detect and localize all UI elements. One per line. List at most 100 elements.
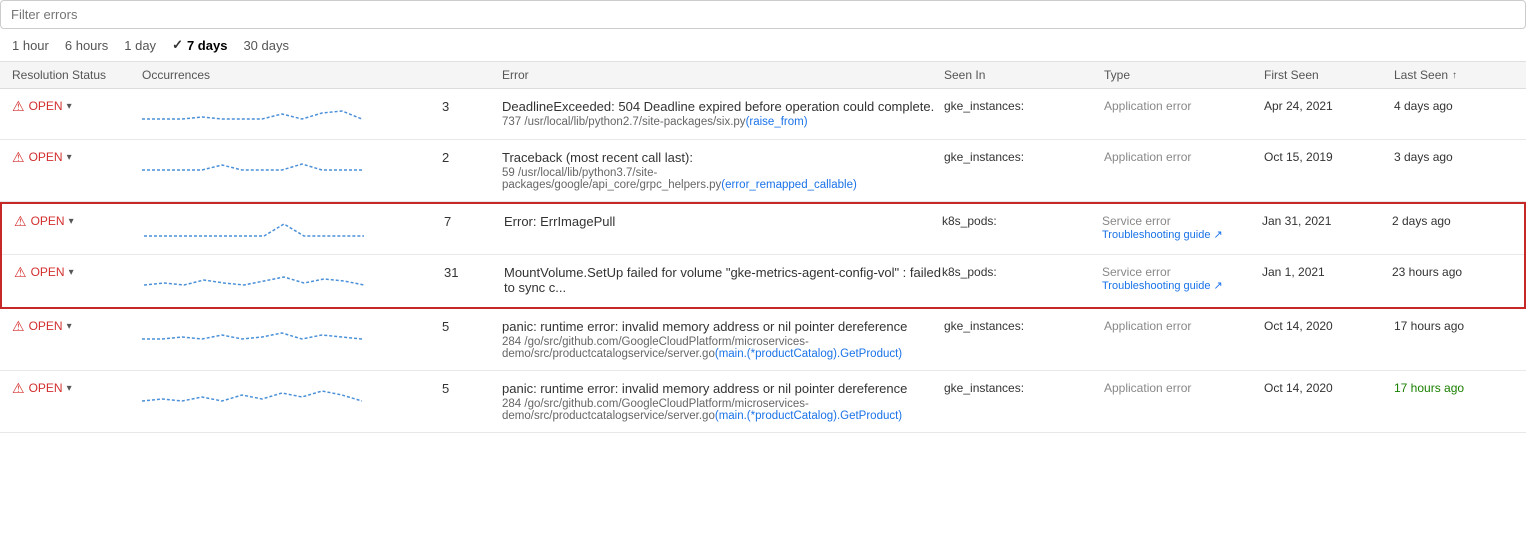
status-dropdown-icon[interactable]: ▾ [69,267,74,278]
table-row: ⚠ OPEN ▾ 3 DeadlineExceeded: 504 Deadlin… [0,89,1526,140]
status-dropdown-icon[interactable]: ▾ [69,216,74,227]
first-seen-cell: Oct 14, 2020 [1264,319,1394,333]
time-filter-30d[interactable]: 30 days [243,38,289,53]
table-body: ⚠ OPEN ▾ 3 DeadlineExceeded: 504 Deadlin… [0,89,1526,433]
error-cell: Error: ErrImagePull [504,214,942,231]
last-seen-cell: 17 hours ago [1394,319,1514,333]
type-cell: Application error [1104,99,1264,113]
status-label[interactable]: OPEN [29,150,63,164]
col-header-seen-in: Seen In [944,68,1104,82]
error-link[interactable]: (main.(*productCatalog).GetProduct) [715,348,902,360]
count-cell: 3 [442,99,502,114]
table-header: Resolution Status Occurrences Error Seen… [0,62,1526,89]
first-seen-cell: Jan 1, 2021 [1262,265,1392,279]
error-title[interactable]: Traceback (most recent call last): [502,150,944,165]
time-filter-1h[interactable]: 1 hour [12,38,49,53]
col-header-resolution: Resolution Status [12,68,142,82]
status-label[interactable]: OPEN [29,381,63,395]
col-header-count [442,68,502,82]
troubleshooting-link[interactable]: Troubleshooting guide ↗ [1102,228,1262,241]
type-cell: Service error Troubleshooting guide ↗ [1102,265,1262,292]
highlighted-section: ⚠ OPEN ▾ 7 Error: ErrImagePull k8s_pods:… [0,202,1526,309]
error-title[interactable]: Error: ErrImagePull [504,214,942,229]
sparkline-chart [142,319,362,349]
sparkline-cell [144,214,444,244]
last-seen-cell: 2 days ago [1392,214,1512,228]
status-dropdown-icon[interactable]: ▾ [67,152,72,163]
last-seen-cell: 3 days ago [1394,150,1514,164]
count-cell: 7 [444,214,504,229]
first-seen-cell: Oct 14, 2020 [1264,381,1394,395]
error-subtitle: 284 /go/src/github.com/GoogleCloudPlatfo… [502,336,944,360]
error-subtitle: 284 /go/src/github.com/GoogleCloudPlatfo… [502,398,944,422]
error-link[interactable]: (error_remapped_callable) [721,179,857,191]
error-cell: DeadlineExceeded: 504 Deadline expired b… [502,99,944,128]
error-title[interactable]: panic: runtime error: invalid memory add… [502,319,944,334]
error-title[interactable]: DeadlineExceeded: 504 Deadline expired b… [502,99,944,114]
table-row: ⚠ OPEN ▾ 5 panic: runtime error: invalid… [0,371,1526,433]
filter-bar [0,0,1526,29]
filter-input[interactable] [0,0,1526,29]
status-label[interactable]: OPEN [29,319,63,333]
sparkline-cell [142,99,442,129]
sparkline-cell [144,265,444,295]
time-filter-6h[interactable]: 6 hours [65,38,108,53]
sparkline-cell [142,319,442,349]
error-title[interactable]: panic: runtime error: invalid memory add… [502,381,944,396]
troubleshooting-link[interactable]: Troubleshooting guide ↗ [1102,279,1262,292]
sparkline-cell [142,381,442,411]
error-subtitle: 737 /usr/local/lib/python2.7/site-packag… [502,116,944,128]
status-label[interactable]: OPEN [31,214,65,228]
status-dropdown-icon[interactable]: ▾ [67,321,72,332]
sparkline-cell [142,150,442,180]
error-cell: Traceback (most recent call last): 59 /u… [502,150,944,191]
col-header-occurrences: Occurrences [142,68,442,82]
type-cell: Application error [1104,381,1264,395]
table-row: ⚠ OPEN ▾ 31 MountVolume.SetUp failed for… [2,255,1524,307]
col-header-first-seen: First Seen [1264,68,1394,82]
status-label[interactable]: OPEN [31,265,65,279]
status-label[interactable]: OPEN [29,99,63,113]
error-link[interactable]: (main.(*productCatalog).GetProduct) [715,410,902,422]
first-seen-cell: Apr 24, 2021 [1264,99,1394,113]
col-header-type: Type [1104,68,1264,82]
seen-in-cell: gke_instances: [944,319,1104,333]
status-dropdown-icon[interactable]: ▾ [67,101,72,112]
error-icon: ⚠ [12,319,25,333]
count-cell: 5 [442,381,502,396]
error-icon: ⚠ [12,150,25,164]
error-cell: panic: runtime error: invalid memory add… [502,319,944,360]
last-seen-cell: 4 days ago [1394,99,1514,113]
seen-in-cell: gke_instances: [944,150,1104,164]
error-subtitle: 59 /usr/local/lib/python3.7/site-package… [502,167,944,191]
count-cell: 5 [442,319,502,334]
error-icon: ⚠ [12,381,25,395]
sparkline-chart [142,381,362,411]
sort-arrow-icon: ↑ [1452,70,1457,81]
status-cell: ⚠ OPEN ▾ [14,214,144,228]
seen-in-cell: k8s_pods: [942,214,1102,228]
type-cell: Application error [1104,319,1264,333]
error-cell: MountVolume.SetUp failed for volume "gke… [504,265,942,297]
count-cell: 2 [442,150,502,165]
seen-in-cell: k8s_pods: [942,265,1102,279]
time-filter-7d[interactable]: 7 days [172,37,227,53]
first-seen-cell: Jan 31, 2021 [1262,214,1392,228]
type-cell: Service error Troubleshooting guide ↗ [1102,214,1262,241]
time-filter-1d[interactable]: 1 day [124,38,156,53]
error-title[interactable]: MountVolume.SetUp failed for volume "gke… [504,265,942,295]
table-row: ⚠ OPEN ▾ 5 panic: runtime error: invalid… [0,309,1526,371]
sparkline-chart [142,99,362,129]
status-cell: ⚠ OPEN ▾ [12,99,142,113]
error-icon: ⚠ [12,99,25,113]
first-seen-cell: Oct 15, 2019 [1264,150,1394,164]
status-cell: ⚠ OPEN ▾ [12,381,142,395]
sparkline-chart [142,150,362,180]
status-cell: ⚠ OPEN ▾ [12,319,142,333]
col-header-error: Error [502,68,944,82]
status-dropdown-icon[interactable]: ▾ [67,383,72,394]
col-header-last-seen[interactable]: Last Seen ↑ [1394,68,1514,82]
last-seen-cell: 17 hours ago [1394,381,1514,395]
table-row: ⚠ OPEN ▾ 2 Traceback (most recent call l… [0,140,1526,202]
error-link[interactable]: (raise_from) [746,116,808,128]
